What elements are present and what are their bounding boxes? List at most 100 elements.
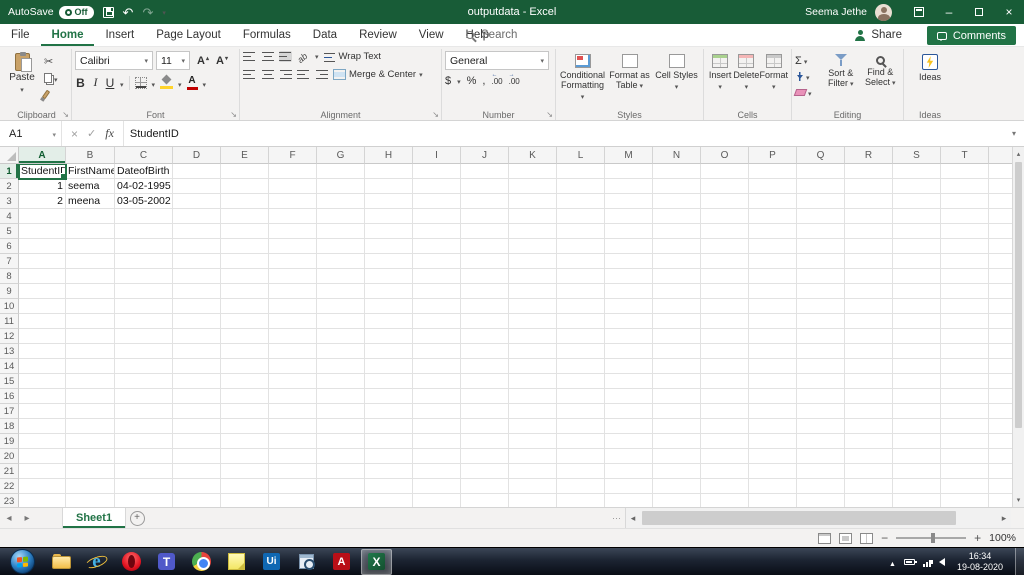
cell-B12[interactable] <box>66 329 115 344</box>
row-header-8[interactable]: 8 <box>0 269 19 284</box>
tab-review[interactable]: Review <box>348 24 408 46</box>
cell-T7[interactable] <box>941 254 989 269</box>
column-header-T[interactable]: T <box>941 147 989 164</box>
cell-H8[interactable] <box>365 269 413 284</box>
cell-G3[interactable] <box>317 194 365 209</box>
cell-K13[interactable] <box>509 344 557 359</box>
cell-T16[interactable] <box>941 389 989 404</box>
cell-N1[interactable] <box>653 164 701 179</box>
decrease-indent-button[interactable] <box>297 69 310 80</box>
cell-M9[interactable] <box>605 284 653 299</box>
cell-K2[interactable] <box>509 179 557 194</box>
cell-L2[interactable] <box>557 179 605 194</box>
cell-J21[interactable] <box>461 464 509 479</box>
cell-T17[interactable] <box>941 404 989 419</box>
ribbon-display-options-button[interactable] <box>904 0 934 24</box>
cell-E15[interactable] <box>221 374 269 389</box>
new-sheet-button[interactable] <box>126 508 148 528</box>
close-button[interactable]: × <box>994 0 1024 24</box>
cell-N3[interactable] <box>653 194 701 209</box>
cell-H4[interactable] <box>365 209 413 224</box>
cell-T13[interactable] <box>941 344 989 359</box>
merge-center-button[interactable]: Merge & Center <box>333 69 423 80</box>
cell-H5[interactable] <box>365 224 413 239</box>
column-header-Q[interactable]: Q <box>797 147 845 164</box>
column-header-K[interactable]: K <box>509 147 557 164</box>
cell-F17[interactable] <box>269 404 317 419</box>
fill-button[interactable] <box>795 70 821 83</box>
cell-T15[interactable] <box>941 374 989 389</box>
cell-M12[interactable] <box>605 329 653 344</box>
cell-E7[interactable] <box>221 254 269 269</box>
align-left-button[interactable] <box>243 69 256 80</box>
cell-I11[interactable] <box>413 314 461 329</box>
cell-A2[interactable]: 1 <box>19 179 66 194</box>
comments-button[interactable]: Comments <box>926 26 1016 45</box>
cell-S4[interactable] <box>893 209 941 224</box>
cell-I5[interactable] <box>413 224 461 239</box>
cell-Q14[interactable] <box>797 359 845 374</box>
tab-insert[interactable]: Insert <box>94 24 145 46</box>
user-name[interactable]: Seema Jethe <box>805 6 867 18</box>
cell-A16[interactable] <box>19 389 66 404</box>
cell-E16[interactable] <box>221 389 269 404</box>
underline-button[interactable]: U <box>105 76 115 90</box>
cell-F11[interactable] <box>269 314 317 329</box>
cell-N18[interactable] <box>653 419 701 434</box>
cell-Q18[interactable] <box>797 419 845 434</box>
cell-Q17[interactable] <box>797 404 845 419</box>
cell-G17[interactable] <box>317 404 365 419</box>
cell-G5[interactable] <box>317 224 365 239</box>
autosave-pill[interactable]: Off <box>58 5 94 19</box>
cell-N10[interactable] <box>653 299 701 314</box>
cell-B8[interactable] <box>66 269 115 284</box>
cell-B13[interactable] <box>66 344 115 359</box>
find-select-button[interactable]: Find & Select <box>861 51 901 107</box>
cell-E9[interactable] <box>221 284 269 299</box>
cell-T8[interactable] <box>941 269 989 284</box>
cell-G20[interactable] <box>317 449 365 464</box>
cell-O7[interactable] <box>701 254 749 269</box>
cell-P20[interactable] <box>749 449 797 464</box>
cell-C13[interactable] <box>115 344 173 359</box>
scroll-right-button[interactable]: ▸ <box>997 508 1011 528</box>
italic-button[interactable]: I <box>91 75 100 90</box>
cell-J11[interactable] <box>461 314 509 329</box>
cell-H1[interactable] <box>365 164 413 179</box>
cell-E5[interactable] <box>221 224 269 239</box>
cell-T12[interactable] <box>941 329 989 344</box>
cell-K5[interactable] <box>509 224 557 239</box>
cell-C22[interactable] <box>115 479 173 494</box>
start-button[interactable] <box>10 549 35 574</box>
cell-P22[interactable] <box>749 479 797 494</box>
cell-B10[interactable] <box>66 299 115 314</box>
row-header-10[interactable]: 10 <box>0 299 19 314</box>
font-size-select[interactable]: 11 <box>156 51 190 70</box>
search-box[interactable]: Search <box>466 24 517 46</box>
cell-J8[interactable] <box>461 269 509 284</box>
zoom-level[interactable]: 100% <box>989 532 1016 544</box>
clipboard-dialog-launcher[interactable] <box>62 111 69 119</box>
cell-Q22[interactable] <box>797 479 845 494</box>
cell-C19[interactable] <box>115 434 173 449</box>
cell-M8[interactable] <box>605 269 653 284</box>
cell-P11[interactable] <box>749 314 797 329</box>
cell-T21[interactable] <box>941 464 989 479</box>
autosave-toggle[interactable]: AutoSave Off <box>8 5 94 19</box>
cell-H23[interactable] <box>365 494 413 507</box>
cell-H14[interactable] <box>365 359 413 374</box>
cell-T14[interactable] <box>941 359 989 374</box>
cell-M20[interactable] <box>605 449 653 464</box>
cell-L8[interactable] <box>557 269 605 284</box>
cell-E6[interactable] <box>221 239 269 254</box>
cell-O3[interactable] <box>701 194 749 209</box>
cell-Q23[interactable] <box>797 494 845 507</box>
row-header-14[interactable]: 14 <box>0 359 19 374</box>
cell-H18[interactable] <box>365 419 413 434</box>
cell-A3[interactable]: 2 <box>19 194 66 209</box>
cell-D9[interactable] <box>173 284 221 299</box>
previous-sheet-button[interactable]: ◂ <box>0 508 18 528</box>
cell-O5[interactable] <box>701 224 749 239</box>
cell-F15[interactable] <box>269 374 317 389</box>
cell-B15[interactable] <box>66 374 115 389</box>
